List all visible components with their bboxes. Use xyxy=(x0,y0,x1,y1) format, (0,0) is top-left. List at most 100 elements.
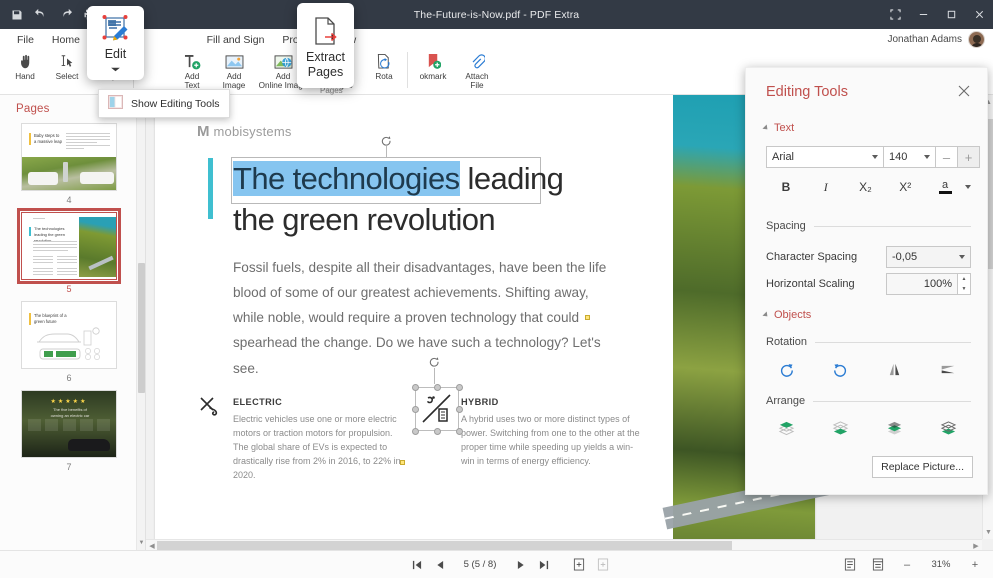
continuous-view-icon[interactable] xyxy=(596,558,610,572)
add-text-icon xyxy=(184,52,201,71)
page-body-paragraph[interactable]: Fossil fuels, despite all their disadvan… xyxy=(233,255,623,381)
send-to-back-button[interactable] xyxy=(814,415,868,441)
list-item[interactable]: The technologies leading the green revol… xyxy=(0,212,138,294)
flip-horizontal-button[interactable] xyxy=(868,356,922,382)
ribbon-button-bookmark[interactable]: okmark xyxy=(411,50,455,94)
rotate-handle-icon[interactable] xyxy=(429,357,440,368)
rotation-label: Rotation xyxy=(766,336,807,348)
scroll-left-icon[interactable]: ◀ xyxy=(147,540,157,550)
page-thumbnail-6[interactable]: The blueprint of a green future xyxy=(21,301,117,369)
ribbon-button-label: Select xyxy=(45,72,89,81)
minimize-icon[interactable] xyxy=(909,0,937,29)
section-label: Text xyxy=(774,122,794,134)
bring-to-front-button[interactable] xyxy=(760,415,814,441)
zoom-in-button[interactable]: + xyxy=(967,558,983,572)
page-thumbnail-list[interactable]: Baby steps to a massive leap 4 The techn… xyxy=(0,123,138,550)
document-horizontal-scrollbar[interactable]: ◀ ▶ xyxy=(146,539,982,550)
thumbnail-heading: Baby steps to a massive leap xyxy=(34,133,70,145)
status-bar: 5 (5 / 8) – 31% + xyxy=(0,550,993,578)
scroll-down-icon[interactable]: ▼ xyxy=(983,527,993,537)
list-item[interactable]: Baby steps to a massive leap 4 xyxy=(0,123,138,205)
editing-tools-panel: Editing Tools Text Arial 140 – + B I X₂ xyxy=(745,67,988,495)
font-family-select[interactable]: Arial xyxy=(766,146,884,168)
scrollbar-thumb[interactable] xyxy=(157,541,732,550)
page-thumbnail-5[interactable]: The technologies leading the green revol… xyxy=(21,212,117,280)
object-anchor-marker xyxy=(400,460,405,465)
collapse-triangle-icon xyxy=(762,124,769,131)
bold-button[interactable]: B xyxy=(766,176,806,198)
tab-home[interactable]: Home xyxy=(43,31,89,49)
previous-page-icon[interactable] xyxy=(433,558,446,571)
character-spacing-select[interactable]: -0,05 xyxy=(886,246,971,268)
page-thumbnail-4[interactable]: Baby steps to a massive leap xyxy=(21,123,117,191)
send-backward-button[interactable] xyxy=(921,415,975,441)
tab-file[interactable]: File xyxy=(8,31,43,49)
italic-button[interactable]: I xyxy=(806,176,846,198)
ribbon-button-attach-file[interactable]: Attach File xyxy=(455,50,499,94)
save-icon[interactable] xyxy=(6,4,28,25)
maximize-icon[interactable] xyxy=(937,0,965,29)
list-item[interactable]: ★★★★★ The five benefits of owning an ele… xyxy=(0,390,138,472)
selected-headline-text: The technologies xyxy=(233,161,460,196)
close-icon[interactable] xyxy=(965,0,993,29)
horizontal-scaling-input[interactable]: 100% xyxy=(886,273,958,295)
increase-font-size-button[interactable]: + xyxy=(958,146,980,168)
ribbon-button-rotate-pages[interactable]: Rota xyxy=(364,50,404,94)
rotate-left-button[interactable] xyxy=(814,356,868,382)
ribbon-button-add-image[interactable]: Add Image xyxy=(213,50,255,94)
subscript-button[interactable]: X₂ xyxy=(846,176,886,198)
divider xyxy=(814,226,971,227)
fullscreen-icon[interactable] xyxy=(881,0,909,29)
show-editing-tools-tooltip[interactable]: Show Editing Tools xyxy=(98,89,230,118)
edit-flyout[interactable]: Edit xyxy=(87,6,144,80)
tab-fill-and-sign[interactable]: Fill and Sign xyxy=(198,31,274,49)
account-area[interactable]: Jonathan Adams xyxy=(888,31,986,48)
hand-icon xyxy=(18,52,33,71)
avatar[interactable] xyxy=(968,31,985,48)
feature-hybrid[interactable]: HYBRID A hybrid uses two or more distinc… xyxy=(461,395,641,468)
close-icon[interactable] xyxy=(957,84,973,100)
page-indicator[interactable]: 5 (5 / 8) xyxy=(456,559,504,570)
window-title: The-Future-is-Now.pdf - PDF Extra xyxy=(0,9,993,21)
scroll-right-icon[interactable]: ▶ xyxy=(971,540,981,550)
list-item[interactable]: The blueprint of a green future xyxy=(0,301,138,383)
flip-vertical-button[interactable] xyxy=(921,356,975,382)
scroll-down-icon[interactable]: ▼ xyxy=(137,538,146,548)
bring-forward-button[interactable] xyxy=(868,415,922,441)
rotate-right-button[interactable] xyxy=(760,356,814,382)
electric-plug-icon xyxy=(197,393,227,423)
feature-electric[interactable]: ELECTRIC Electric vehicles use one or mo… xyxy=(233,395,408,483)
ribbon-button-select[interactable]: Select xyxy=(46,50,88,94)
scrollbar-thumb[interactable] xyxy=(138,263,145,393)
extract-pages-flyout[interactable]: Extract Pages xyxy=(297,3,354,88)
page-layout-icon[interactable] xyxy=(843,558,857,572)
section-header-text[interactable]: Text xyxy=(764,122,794,134)
horizontal-scaling-stepper[interactable]: ▲▼ xyxy=(958,273,971,295)
single-page-view-icon[interactable] xyxy=(572,558,586,572)
first-page-icon[interactable] xyxy=(410,558,423,571)
document-page[interactable]: M mobisystems The technologies leading t… xyxy=(155,95,815,540)
zoom-out-button[interactable]: – xyxy=(899,558,915,572)
superscript-button[interactable]: X² xyxy=(885,176,925,198)
reading-layout-icon[interactable] xyxy=(871,558,885,572)
zoom-level-label[interactable]: 31% xyxy=(929,559,953,570)
divider xyxy=(813,401,971,402)
chevron-down-icon[interactable] xyxy=(110,64,121,76)
pages-panel-scrollbar[interactable]: ▲ ▼ xyxy=(136,95,145,550)
font-color-button[interactable]: a xyxy=(925,176,965,198)
page-thumbnail-7[interactable]: ★★★★★ The five benefits of owning an ele… xyxy=(21,390,117,458)
next-page-icon[interactable] xyxy=(514,558,527,571)
section-header-objects[interactable]: Objects xyxy=(764,309,811,321)
rotate-handle-icon[interactable] xyxy=(381,136,392,147)
redo-icon[interactable] xyxy=(54,4,76,25)
last-page-icon[interactable] xyxy=(537,558,550,571)
font-size-select[interactable]: 140 xyxy=(884,146,936,168)
font-color-dropdown[interactable] xyxy=(965,185,971,189)
decrease-font-size-button[interactable]: – xyxy=(936,146,958,168)
undo-icon[interactable] xyxy=(30,4,52,25)
page-headline[interactable]: The technologies leading the green revol… xyxy=(233,158,653,240)
replace-picture-button[interactable]: Replace Picture... xyxy=(872,456,973,478)
ribbon-button-label: Rota xyxy=(362,72,406,81)
ribbon-button-hand[interactable]: Hand xyxy=(4,50,46,94)
ribbon-button-add-text[interactable]: Add Text xyxy=(171,50,213,94)
